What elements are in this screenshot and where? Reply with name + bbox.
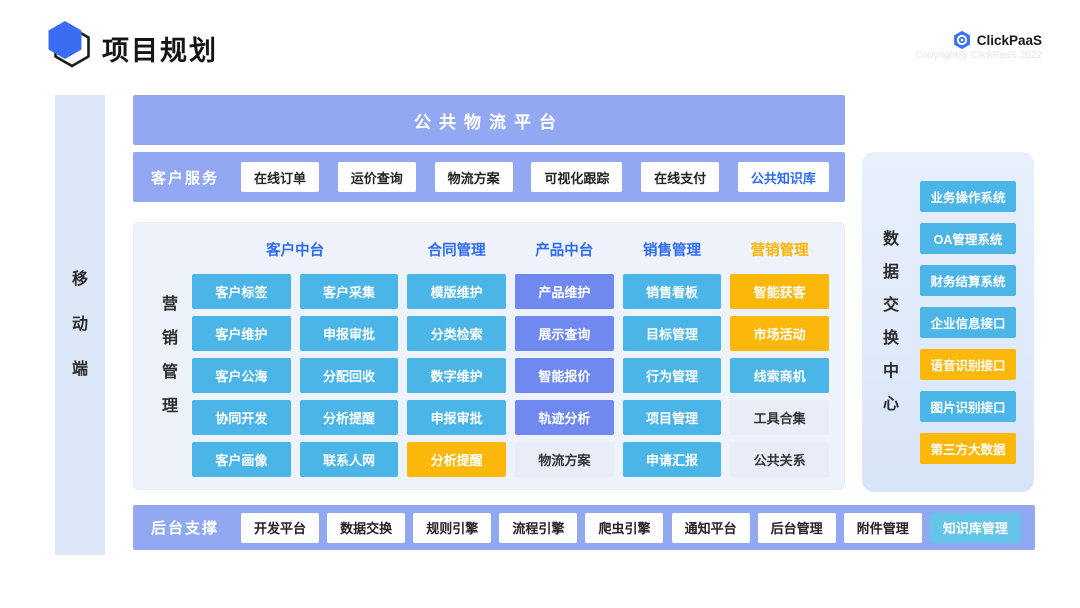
grid-module-button[interactable]: 数字维护 xyxy=(407,358,506,393)
top-banner-platform: 公共物流平台 xyxy=(133,95,845,145)
brand-name: ClickPaaS xyxy=(977,33,1042,48)
title-hexagon-icon xyxy=(45,20,95,70)
grid-column-header: 销售管理 xyxy=(623,231,722,267)
grid-module-button[interactable]: 智能报价 xyxy=(515,358,614,393)
grid-module-button[interactable]: 公共关系 xyxy=(730,442,829,477)
customer-service-label: 客户服务 xyxy=(151,167,219,188)
sidebar-mobile: 移动端 xyxy=(55,95,105,555)
data-exchange-button[interactable]: 业务操作系统 xyxy=(920,181,1016,212)
grid-module-button[interactable]: 物流方案 xyxy=(515,442,614,477)
grid-column-header: 产品中台 xyxy=(515,231,614,267)
data-exchange-button[interactable]: 财务结算系统 xyxy=(920,265,1016,296)
grid-module-button[interactable]: 客户公海 xyxy=(192,358,291,393)
backend-support-label: 后台支撑 xyxy=(151,517,219,538)
vertical-label-char: 换 xyxy=(883,331,899,347)
customer-service-button[interactable]: 公共知识库 xyxy=(738,162,829,192)
vertical-label-char: 端 xyxy=(72,362,88,378)
grid-module-button[interactable]: 行为管理 xyxy=(623,358,722,393)
data-exchange-button[interactable]: 第三方大数据 xyxy=(920,433,1016,464)
grid-module-button[interactable]: 项目管理 xyxy=(623,400,722,435)
copyright-text: Copyright@ ClickPaaS 2022 xyxy=(915,50,1042,61)
grid-module-button[interactable]: 销售看板 xyxy=(623,274,722,309)
grid-module-button[interactable]: 联系人网 xyxy=(300,442,399,477)
grid-module-button[interactable]: 申请汇报 xyxy=(623,442,722,477)
backend-support-button[interactable]: 通知平台 xyxy=(672,513,750,543)
grid-module-button[interactable]: 协同开发 xyxy=(192,400,291,435)
data-exchange-button[interactable]: 语音识别接口 xyxy=(920,349,1016,380)
vertical-label-char: 移 xyxy=(72,272,88,288)
grid-module-button[interactable]: 产品维护 xyxy=(515,274,614,309)
backend-support-button[interactable]: 附件管理 xyxy=(844,513,922,543)
grid-module-button[interactable]: 分配回收 xyxy=(300,358,399,393)
grid-module-button[interactable]: 分析提醒 xyxy=(407,442,506,477)
brand-logo: ClickPaaS xyxy=(952,30,1042,50)
customer-service-button[interactable]: 物流方案 xyxy=(435,162,513,192)
backend-support-button[interactable]: 流程引擎 xyxy=(499,513,577,543)
grid-module-button[interactable]: 目标管理 xyxy=(623,316,722,351)
backend-support-button[interactable]: 后台管理 xyxy=(758,513,836,543)
backend-support-button[interactable]: 知识库管理 xyxy=(930,513,1021,543)
grid-module-button[interactable]: 申报审批 xyxy=(300,316,399,351)
data-exchange-button[interactable]: 图片识别接口 xyxy=(920,391,1016,422)
vertical-label-char: 营 xyxy=(162,297,178,313)
grid-module-button[interactable]: 智能获客 xyxy=(730,274,829,309)
top-banner-label: 公共物流平台 xyxy=(414,108,564,133)
vertical-label-char: 数 xyxy=(883,232,899,248)
slide-canvas: 项目规划 ClickPaaS Copyright@ ClickPaaS 2022… xyxy=(0,0,1080,608)
grid-module-button[interactable]: 分析提醒 xyxy=(300,400,399,435)
grid-module-button[interactable]: 客户维护 xyxy=(192,316,291,351)
backend-support-button[interactable]: 爬虫引擎 xyxy=(585,513,663,543)
marketing-grid: 客户中台合同管理产品中台销售管理营销管理客户标签客户采集模版维护产品维护销售看板… xyxy=(192,231,829,477)
backend-support-buttons: 开发平台数据交换规则引擎流程引擎爬虫引擎通知平台后台管理附件管理知识库管理 xyxy=(241,513,1021,543)
customer-service-bar: 客户服务 在线订单运价查询物流方案可视化跟踪在线支付公共知识库 xyxy=(133,152,845,202)
grid-module-button[interactable]: 模版维护 xyxy=(407,274,506,309)
data-exchange-button[interactable]: OA管理系统 xyxy=(920,223,1016,254)
clickpaas-icon xyxy=(952,30,972,50)
vertical-label-char: 心 xyxy=(883,397,899,413)
vertical-label-char: 交 xyxy=(883,298,899,314)
customer-service-button[interactable]: 在线订单 xyxy=(241,162,319,192)
grid-module-button[interactable]: 客户标签 xyxy=(192,274,291,309)
vertical-label-char: 管 xyxy=(162,365,178,381)
grid-module-button[interactable]: 申报审批 xyxy=(407,400,506,435)
grid-module-button[interactable]: 工具合集 xyxy=(730,400,829,435)
data-exchange-panel: 数据交换中心 业务操作系统 OA管理系统财务结算系统企业信息接口语音识别接口图片识… xyxy=(862,152,1034,492)
grid-module-button[interactable]: 轨迹分析 xyxy=(515,400,614,435)
grid-column-header: 营销管理 xyxy=(730,231,829,267)
data-exchange-side-label: 数据交换中心 xyxy=(862,152,920,492)
vertical-label-char: 据 xyxy=(883,265,899,281)
data-exchange-button[interactable]: 企业信息接口 xyxy=(920,307,1016,338)
sidebar-mobile-label: 移动端 xyxy=(72,272,88,378)
grid-module-button[interactable]: 市场活动 xyxy=(730,316,829,351)
backend-support-button[interactable]: 开发平台 xyxy=(241,513,319,543)
customer-service-button[interactable]: 可视化跟踪 xyxy=(531,162,622,192)
data-exchange-buttons: 业务操作系统 OA管理系统财务结算系统企业信息接口语音识别接口图片识别接口第三方大… xyxy=(920,152,1034,492)
backend-support-button[interactable]: 数据交换 xyxy=(327,513,405,543)
customer-service-buttons: 在线订单运价查询物流方案可视化跟踪在线支付公共知识库 xyxy=(241,162,829,192)
vertical-label-char: 动 xyxy=(72,317,88,333)
grid-column-header: 合同管理 xyxy=(407,231,506,267)
grid-module-button[interactable]: 客户画像 xyxy=(192,442,291,477)
marketing-management-side-label: 营销管理 xyxy=(152,223,188,489)
grid-module-button[interactable]: 分类检索 xyxy=(407,316,506,351)
vertical-label-char: 中 xyxy=(883,364,899,380)
backend-support-bar: 后台支撑 开发平台数据交换规则引擎流程引擎爬虫引擎通知平台后台管理附件管理知识库… xyxy=(133,505,1035,550)
page-title: 项目规划 xyxy=(102,29,218,68)
marketing-management-panel: 营销管理 客户中台合同管理产品中台销售管理营销管理客户标签客户采集模版维护产品维… xyxy=(133,222,845,490)
grid-column-header: 客户中台 xyxy=(192,231,398,267)
backend-support-button[interactable]: 规则引擎 xyxy=(413,513,491,543)
vertical-label-char: 理 xyxy=(162,399,178,415)
grid-module-button[interactable]: 线索商机 xyxy=(730,358,829,393)
grid-module-button[interactable]: 客户采集 xyxy=(300,274,399,309)
customer-service-button[interactable]: 运价查询 xyxy=(338,162,416,192)
customer-service-button[interactable]: 在线支付 xyxy=(641,162,719,192)
grid-module-button[interactable]: 展示查询 xyxy=(515,316,614,351)
vertical-label-char: 销 xyxy=(162,331,178,347)
